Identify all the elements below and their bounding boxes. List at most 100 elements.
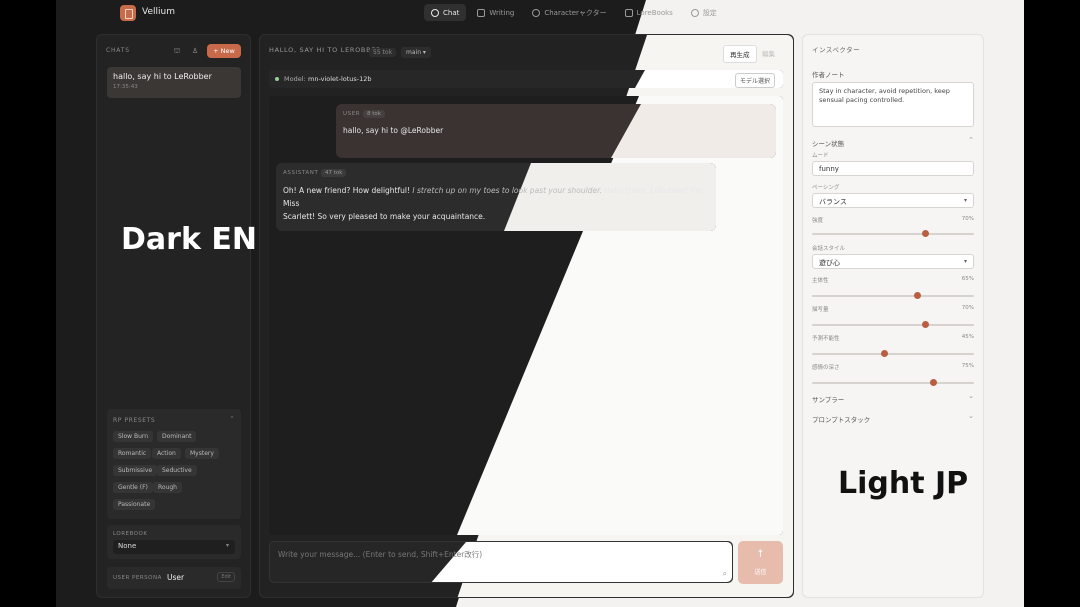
message-role: ASSISTANT <box>283 170 319 176</box>
preset-tag[interactable]: Romantic <box>113 448 152 459</box>
chat-item-time: 17:35:43 <box>113 84 138 90</box>
message-action-text: I stretch up on my toes to look past you… <box>412 186 602 195</box>
message-list-light-bg <box>457 96 783 535</box>
chats-header: CHATS <box>106 47 130 54</box>
message-input[interactable]: Write your message... (Enter to send, Sh… <box>269 541 733 583</box>
mood-label: ムード <box>812 153 829 159</box>
nav-writing-label: Writing <box>489 8 515 17</box>
chevron-down-icon[interactable]: ⌄ <box>968 412 974 420</box>
chevron-up-icon[interactable]: ⌃ <box>229 415 235 423</box>
arrow-up-icon: ↑ <box>756 549 765 560</box>
message-token-badge: 47 tok <box>321 169 347 177</box>
chevron-up-icon[interactable]: ⌃ <box>968 136 974 144</box>
nav-settings[interactable]: 設定 <box>684 4 724 21</box>
pacing-label: ペーシング <box>812 185 840 191</box>
chat-title: HALLO, SAY HI TO LEROBBER <box>269 46 382 54</box>
mood-input[interactable]: funny <box>812 161 974 176</box>
app-logo-icon <box>120 5 136 21</box>
chat-item-title: hallo, say hi to LeRobber <box>113 72 212 81</box>
initiative-slider[interactable] <box>812 292 974 299</box>
model-select-button[interactable]: モデル選択 <box>734 73 775 88</box>
user-persona-value: User <box>167 573 185 582</box>
dialogue-style-label: 会話スタイル <box>812 246 846 252</box>
slider-thumb[interactable] <box>921 230 929 237</box>
inspector-panel: インスペクター 作者ノート Stay in character, avoid r… <box>802 34 984 598</box>
preset-tag[interactable]: Passionate <box>113 499 156 510</box>
preset-tag[interactable]: Submissive <box>113 465 158 476</box>
intensity-value: 70% <box>961 216 974 222</box>
intensity-slider[interactable] <box>812 230 974 237</box>
preset-tag[interactable]: Dominant <box>157 431 197 442</box>
scene-state-header[interactable]: シーン状態 <box>812 138 844 148</box>
pencil-icon <box>477 8 486 17</box>
inspector-title: インスペクター <box>812 46 861 54</box>
preset-tag[interactable]: Slow Burn <box>113 431 154 442</box>
dialogue-style-select[interactable]: 遊び心 ▾ <box>812 254 974 269</box>
unpredictability-slider[interactable] <box>812 350 974 357</box>
persona-edit-button[interactable]: Edit <box>217 572 235 582</box>
regenerate-button[interactable]: 再生成 <box>723 45 757 63</box>
emotion-depth-slider[interactable] <box>812 379 974 386</box>
lorebook-select[interactable]: None ▾ <box>113 540 235 554</box>
preset-tag[interactable]: Action <box>152 448 181 459</box>
author-notes-label: 作者ノート <box>812 71 845 79</box>
emotion-depth-value: 75% <box>961 363 974 369</box>
nav-writing[interactable]: Writing <box>470 4 521 21</box>
initiative-value: 65% <box>961 276 974 282</box>
chats-sidebar: CHATS ⛫ ♙ + New hallo, say hi to LeRobbe… <box>96 34 251 598</box>
lorebook-section: LOREBOOK None ▾ <box>107 525 241 559</box>
send-label: 送信 <box>754 569 767 576</box>
chevron-down-icon: ▾ <box>963 197 967 204</box>
author-notes-field[interactable]: Stay in character, avoid repetition, kee… <box>812 82 974 127</box>
nav-lorebooks[interactable]: LoreBooks <box>618 4 680 21</box>
user-persona-label: USER PERSONA <box>113 575 162 581</box>
nav-chat-label: Chat <box>443 8 460 17</box>
nav-settings-label: 設定 <box>702 8 717 17</box>
slider-thumb[interactable] <box>913 292 921 299</box>
send-button[interactable]: ↑ 送信 <box>738 541 783 584</box>
message-text: hallo, say hi to @LeRobber <box>343 126 444 135</box>
preset-tag[interactable]: Rough <box>153 482 182 493</box>
pacing-select[interactable]: バランス ▾ <box>812 193 974 208</box>
app-name: Vellium <box>142 7 175 17</box>
edit-button[interactable]: 編集 <box>762 48 775 58</box>
message-input-light-bg <box>430 542 732 582</box>
assistant-message: ASSISTANT 47 tok Oh! A new friend? How d… <box>276 163 716 231</box>
slider-thumb[interactable] <box>881 350 889 357</box>
slider-thumb[interactable] <box>921 321 929 328</box>
chat-bubble-icon <box>431 8 439 17</box>
nav-chat[interactable]: Chat <box>424 4 467 21</box>
initiative-label: 主体性 <box>812 278 829 284</box>
nav-characters[interactable]: Characterャクター <box>525 4 613 21</box>
new-chat-button[interactable]: + New <box>207 44 241 58</box>
chat-token-badge: 55 tok <box>369 48 397 57</box>
character-filter-icon[interactable]: ⛫ <box>171 45 183 57</box>
model-bar: Model: mn-violet-lotus-12b モデル選択 <box>269 70 783 88</box>
status-dot-icon <box>275 77 279 81</box>
chat-list-item[interactable]: hallo, say hi to LeRobber 17:35:43 <box>107 67 241 98</box>
prompt-stack-header[interactable]: プロンプトスタック <box>812 414 870 424</box>
person-icon <box>532 8 541 17</box>
chevron-down-icon[interactable]: ⌄ <box>968 392 974 400</box>
main-nav: Chat Writing Characterャクター LoreBooks 設定 <box>424 4 724 21</box>
slider-thumb[interactable] <box>930 379 937 386</box>
message-text-part: Oh! A new friend? How delightful! <box>283 186 410 195</box>
preset-tag[interactable]: Gentle (F) <box>113 482 153 493</box>
preset-tag[interactable]: Seductive <box>157 465 197 476</box>
descriptive-value: 70% <box>961 305 974 311</box>
light-theme-caption: Light JP <box>838 466 969 501</box>
chevron-down-icon: ▾ <box>963 258 967 265</box>
intensity-label: 強度 <box>812 218 824 224</box>
dark-theme-caption: Dark EN <box>121 222 257 257</box>
branch-select[interactable]: main ▾ <box>401 47 431 58</box>
persona-icon[interactable]: ♙ <box>189 45 201 57</box>
preset-tag[interactable]: Mystery <box>185 448 219 459</box>
dialogue-style-value: 遊び心 <box>819 259 840 267</box>
descriptive-slider[interactable] <box>812 321 974 328</box>
message-token-badge: 8 tok <box>363 110 385 118</box>
unpredictability-value: 45% <box>961 334 974 340</box>
emotion-depth-label: 感情の深さ <box>812 365 840 371</box>
paperclip-icon[interactable]: ⌕ <box>723 569 727 579</box>
sampler-header[interactable]: サンプラー <box>812 394 844 404</box>
pacing-value: バランス <box>819 198 847 206</box>
